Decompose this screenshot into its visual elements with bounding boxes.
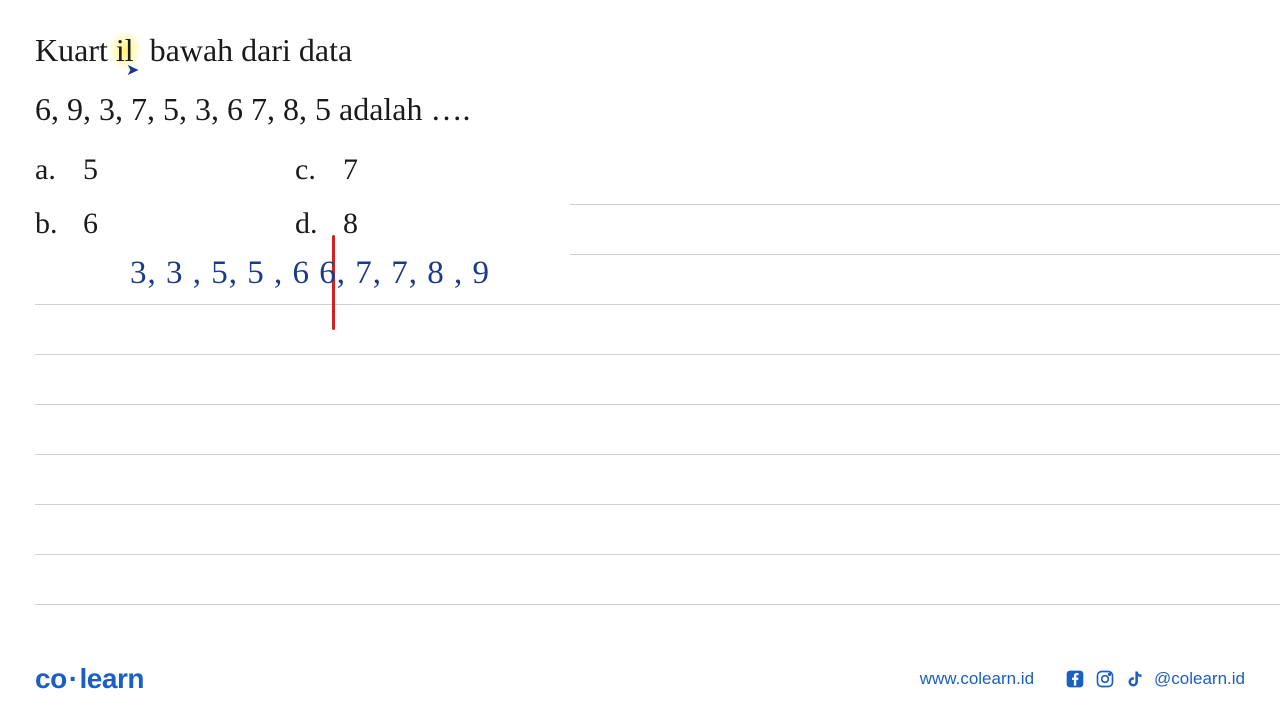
option-b: b. 6	[35, 207, 295, 241]
logo-dot: ·	[69, 663, 78, 694]
option-c: c. 7	[295, 153, 1245, 187]
question-data: 6, 9, 3, 7, 5, 3, 6 7, 8, 5 adalah ….	[35, 91, 1245, 128]
logo-learn: learn	[80, 663, 144, 694]
instagram-icon	[1094, 668, 1116, 690]
footer: co·learn www.colearn.id @colearn.id	[0, 663, 1280, 695]
brand-logo: co·learn	[35, 663, 144, 695]
highlighted-text: il➤	[108, 30, 142, 71]
logo-co: co	[35, 663, 67, 694]
option-b-value: 6	[83, 207, 98, 241]
social-handle: @colearn.id	[1154, 669, 1245, 689]
website-url: www.colearn.id	[920, 669, 1034, 689]
option-a-value: 5	[83, 153, 98, 187]
title-prefix: Kuart	[35, 32, 108, 68]
cursor-icon: ➤	[126, 60, 139, 80]
facebook-icon	[1064, 668, 1086, 690]
option-c-value: 7	[343, 153, 358, 187]
option-d-value: 8	[343, 207, 358, 241]
question-content: Kuartil➤ bawah dari data 6, 9, 3, 7, 5, …	[0, 0, 1280, 241]
answer-options: a. 5 c. 7 b. 6 d. 8	[35, 153, 1245, 241]
tiktok-icon	[1124, 668, 1146, 690]
option-d-label: d.	[295, 207, 325, 241]
option-b-label: b.	[35, 207, 65, 241]
handwritten-work: 3, 3 , 5, 5 , 6 6, 7, 7, 8 , 9	[130, 255, 490, 292]
option-a-label: a.	[35, 153, 65, 187]
title-suffix: bawah dari data	[142, 32, 353, 68]
footer-right: www.colearn.id @colearn.id	[920, 668, 1245, 690]
social-links: @colearn.id	[1064, 668, 1245, 690]
option-c-label: c.	[295, 153, 325, 187]
option-d: d. 8	[295, 207, 1245, 241]
option-a: a. 5	[35, 153, 295, 187]
question-title: Kuartil➤ bawah dari data	[35, 30, 1245, 71]
